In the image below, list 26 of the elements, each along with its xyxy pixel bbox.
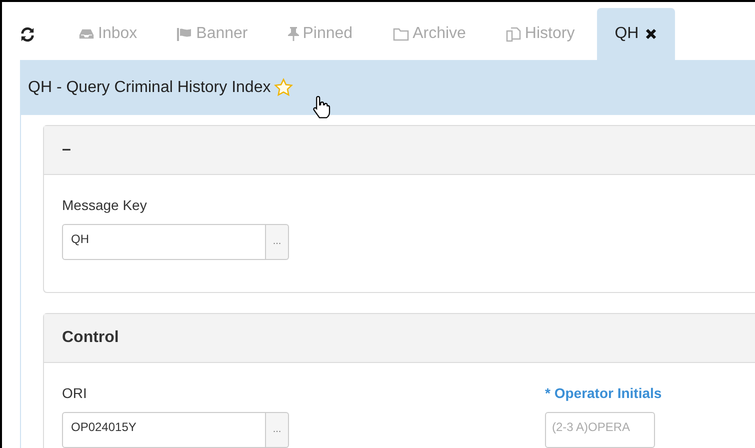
copy-icon [506,26,521,42]
tab[interactable]: Inbox [61,8,156,60]
flag-icon [177,28,192,40]
input-field[interactable]: (2-3 A)OPERA [545,412,655,448]
tab[interactable]: Banner [159,8,266,60]
pin-icon [288,27,299,41]
field-label: * Operator Initials [545,384,662,403]
hand-cursor-icon [312,95,332,119]
tab[interactable]: Pinned [270,8,371,60]
folder-icon [392,28,409,40]
close-icon[interactable] [644,28,657,40]
input-field[interactable]: OP024015Y [62,412,266,448]
panel-heading: Control [62,328,119,348]
refresh-icon[interactable] [20,27,35,42]
page-title: QH - Query Criminal History Index [28,78,271,98]
input-field[interactable]: QH [62,224,266,260]
tab[interactable]: History [488,8,593,60]
field-label: Message Key [62,196,148,215]
lookup-button[interactable]: ... [266,224,289,260]
tab[interactable]: QH [596,8,675,60]
tab[interactable]: Archive [374,8,484,60]
star-icon[interactable] [274,78,293,97]
lookup-button[interactable]: ... [266,412,289,448]
panel-heading: – [62,140,71,160]
field-label: ORI [62,384,88,403]
inbox-icon [79,28,94,40]
